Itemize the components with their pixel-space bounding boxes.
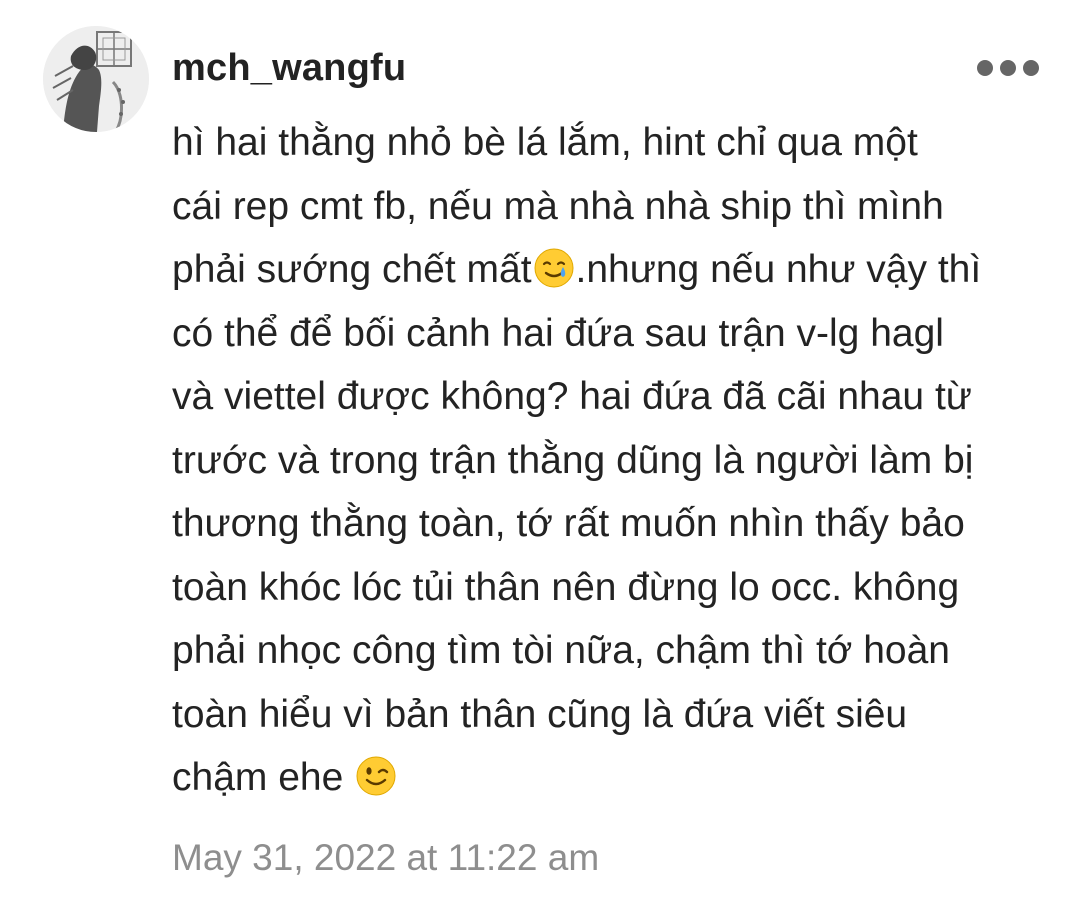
comment-line: phải sướng chết mất .nhưng nếu như vậy t… bbox=[172, 238, 1052, 302]
comment-line: và viettel được không? hai đứa đã cãi nh… bbox=[172, 375, 972, 418]
comment-line-text: phải sướng chết mất bbox=[172, 248, 532, 291]
comment-line: thương thằng toàn, tớ rất muốn nhìn thấy… bbox=[172, 502, 965, 545]
more-horizontal-icon-dot-3 bbox=[1023, 60, 1039, 76]
comment-line: chậm ehe bbox=[172, 746, 1052, 810]
comment-body: hì hai thằng nhỏ bè lá lắm, hint chỉ qua… bbox=[172, 111, 1052, 810]
comment-line: trước và trong trận thằng dũng là người … bbox=[172, 438, 974, 482]
winking-face-icon bbox=[356, 756, 396, 796]
avatar-image bbox=[43, 26, 149, 132]
comment-line: toàn khóc lóc tủi thân nên đừng lo occ. … bbox=[172, 565, 960, 609]
comment-timestamp: May 31, 2022 at 11:22 am bbox=[172, 837, 600, 878]
username[interactable]: mch_wangfu bbox=[172, 42, 406, 94]
smiling-face-with-tear-icon bbox=[534, 248, 574, 288]
comment-card: mch_wangfu hì hai thằng nhỏ bè lá lắm, h… bbox=[0, 0, 1080, 904]
more-options-button[interactable] bbox=[972, 50, 1044, 86]
comment-line: cái rep cmt fb, nếu mà nhà nhà ship thì … bbox=[172, 184, 944, 228]
comment-line: có thể để bối cảnh hai đứa sau trận v-lg… bbox=[172, 311, 944, 355]
comment-line: toàn hiểu vì bản thân cũng là đứa viết s… bbox=[172, 692, 908, 736]
comment-line-text: .nhưng nếu như vậy thì bbox=[575, 248, 982, 291]
more-horizontal-icon bbox=[977, 60, 993, 76]
more-horizontal-icon-dot-2 bbox=[1000, 60, 1016, 76]
avatar[interactable] bbox=[43, 26, 149, 132]
comment-line-text: chậm ehe bbox=[172, 756, 355, 799]
comment-line: phải nhọc công tìm tòi nữa, chậm thì tớ … bbox=[172, 629, 950, 672]
comment-line: hì hai thằng nhỏ bè lá lắm, hint chỉ qua… bbox=[172, 121, 918, 164]
